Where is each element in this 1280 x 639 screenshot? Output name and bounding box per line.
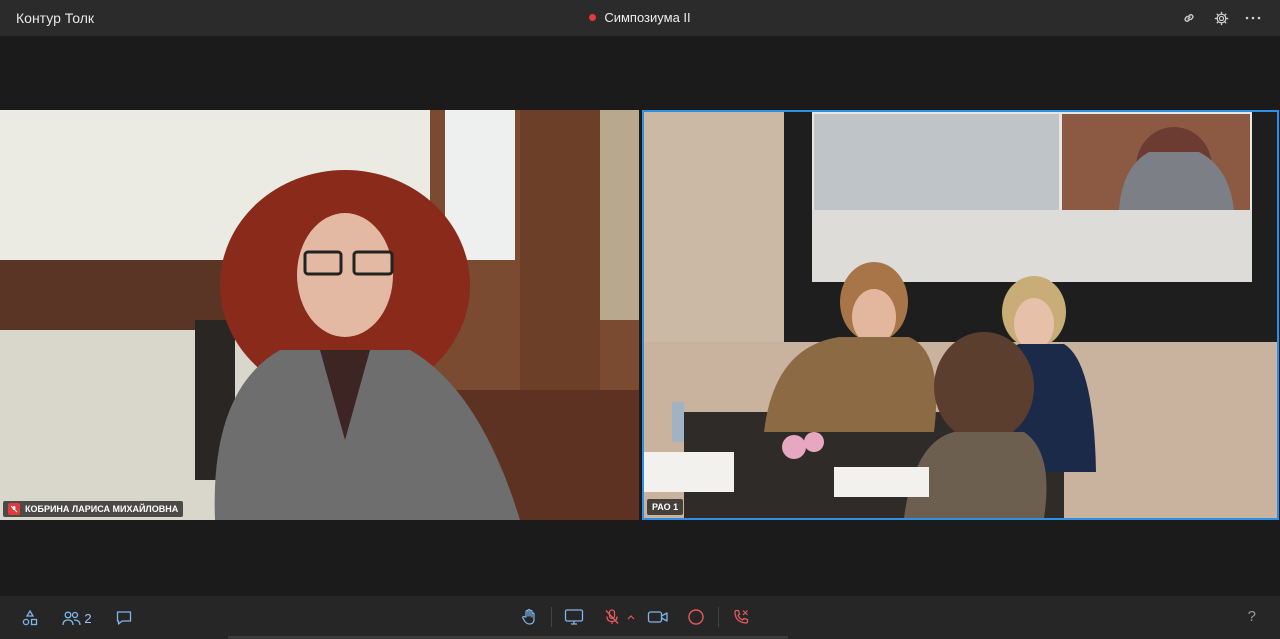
room-name: Симпозиума II	[604, 10, 691, 25]
participant-2-video	[644, 112, 1277, 518]
screen-share-icon[interactable]	[562, 605, 586, 629]
participant-count: 2	[84, 610, 92, 626]
recording-dot-icon	[589, 14, 597, 21]
chat-icon[interactable]	[112, 606, 136, 630]
help-button[interactable]: ?	[1248, 608, 1256, 625]
participant-1-video	[0, 110, 639, 520]
participants-button[interactable]: 2	[58, 606, 96, 630]
participant-name: КОБРИНА ЛАРИСА МИХАЙЛОВНА	[25, 504, 179, 514]
gear-icon[interactable]	[1212, 9, 1230, 27]
more-icon[interactable]	[1244, 9, 1262, 27]
toolbar-center	[517, 605, 753, 629]
toolbar-divider	[551, 607, 552, 627]
participant-name-tag: КОБРИНА ЛАРИСА МИХАЙЛОВНА	[3, 501, 184, 517]
top-bar: Контур Толк Симпозиума II	[0, 0, 1280, 36]
participant-name: РАО 1	[652, 502, 679, 512]
microphone-off-icon[interactable]	[600, 605, 624, 629]
room-title: Симпозиума II	[0, 10, 1280, 25]
participant-name-tag: РАО 1	[647, 499, 684, 515]
mic-options-chevron-icon[interactable]	[624, 605, 638, 629]
participants-icon	[62, 611, 82, 626]
video-tile-participant-2[interactable]: РАО 1	[642, 110, 1279, 520]
record-icon[interactable]	[684, 605, 708, 629]
mic-off-icon	[8, 503, 20, 515]
bottom-toolbar: 2 ?	[0, 596, 1280, 639]
apps-icon[interactable]	[18, 606, 42, 630]
hang-up-icon[interactable]	[729, 605, 753, 629]
toolbar-left: 2	[18, 606, 136, 630]
raise-hand-icon[interactable]	[517, 605, 541, 629]
link-icon[interactable]	[1180, 9, 1198, 27]
camera-icon[interactable]	[646, 605, 670, 629]
video-stage: КОБРИНА ЛАРИСА МИХАЙЛОВНА РАО 1	[0, 36, 1280, 596]
toolbar-divider	[718, 607, 719, 627]
top-actions	[1180, 9, 1262, 27]
video-tile-participant-1[interactable]: КОБРИНА ЛАРИСА МИХАЙЛОВНА	[0, 110, 639, 520]
